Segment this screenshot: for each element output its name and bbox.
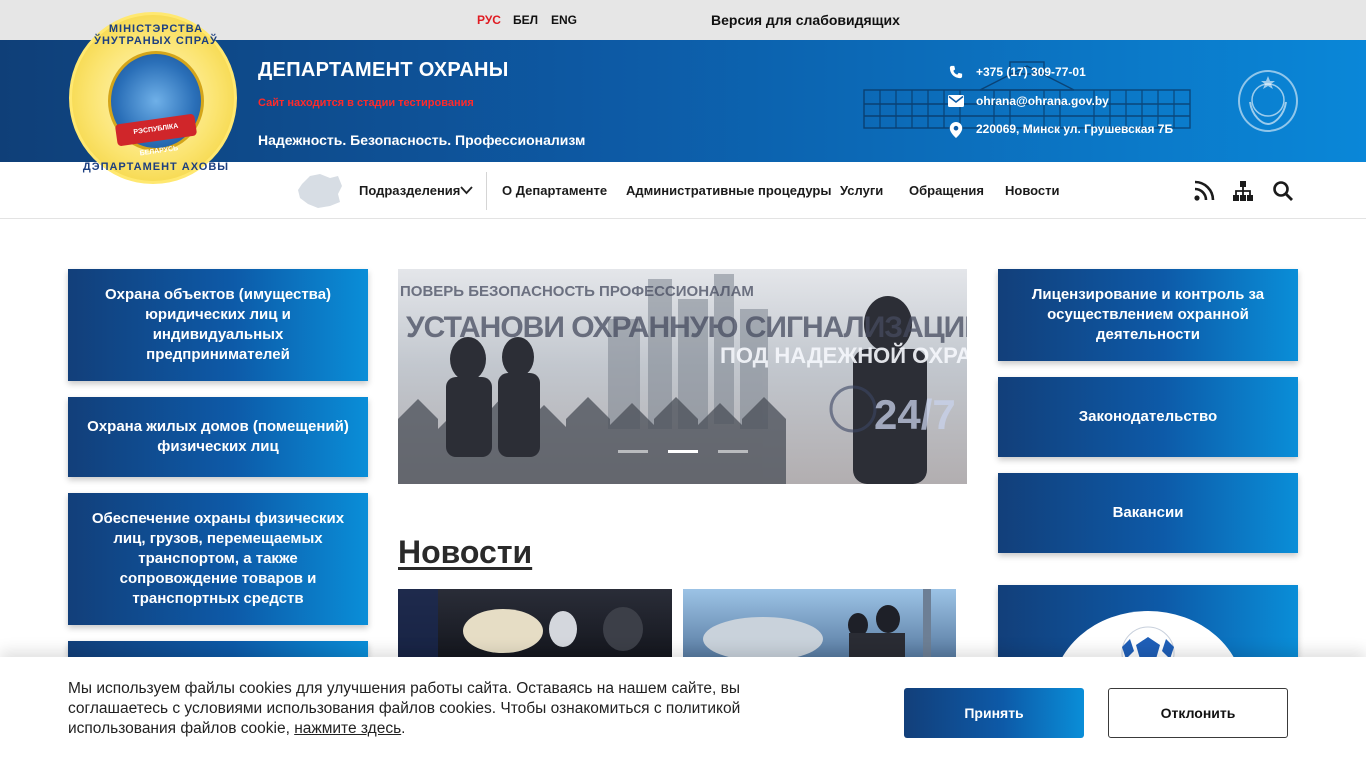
lang-be[interactable]: БЕЛ: [513, 13, 538, 27]
location-icon: [949, 122, 963, 138]
low-vision-link[interactable]: Версия для слабовидящих: [711, 12, 900, 28]
slide-line-2: УСТАНОВИ ОХРАННУЮ СИГНАЛИЗАЦИЮ!: [406, 311, 967, 344]
department-emblem-logo[interactable]: МІНІСТЭРСТВА ЎНУТРАНЫХ СПРАЎ РЭСПУБЛІКА …: [69, 12, 237, 184]
decline-cookies-button[interactable]: Отклонить: [1108, 688, 1288, 738]
accept-cookies-button[interactable]: Принять: [904, 688, 1084, 738]
contact-address: 220069, Минск ул. Грушевская 7Б: [976, 122, 1174, 136]
state-coat-of-arms-icon: [1238, 70, 1298, 132]
service-card-residential[interactable]: Охрана жилых домов (помещений) физически…: [68, 397, 368, 477]
info-card-licensing[interactable]: Лицензирование и контроль за осуществлен…: [998, 269, 1298, 361]
cookie-consent-bar: Мы используем файлы cookies для улучшени…: [0, 657, 1366, 768]
nav-item-about[interactable]: О Департаменте: [502, 183, 607, 198]
site-slogan: Надежность. Безопасность. Профессионализ…: [258, 132, 586, 148]
promo-slider[interactable]: ПОВЕРЬ БЕЗОПАСНОСТЬ ПРОФЕССИОНАЛАМ УСТАН…: [398, 269, 967, 484]
sitemap-icon[interactable]: [1232, 180, 1254, 202]
info-card-vacancies[interactable]: Вакансии: [998, 473, 1298, 553]
contact-email[interactable]: ohrana@ohrana.gov.by: [976, 94, 1109, 108]
info-card-legislation[interactable]: Законодательство: [998, 377, 1298, 457]
nav-item-services[interactable]: Услуги: [840, 183, 883, 198]
mail-icon: [948, 95, 964, 107]
service-card-escort[interactable]: Обеспечение охраны физических лиц, грузо…: [68, 493, 368, 625]
belarus-map-icon: [298, 174, 342, 208]
rss-icon[interactable]: [1193, 180, 1215, 202]
slider-dot-2[interactable]: [668, 450, 698, 453]
slide-line-3: ПОД НАДЕЖНОЙ ОХРАНОЙ: [720, 343, 967, 368]
site-title[interactable]: ДЕПАРТАМЕНТ ОХРАНЫ: [258, 59, 509, 82]
cookie-message: Мы используем файлы cookies для улучшени…: [68, 679, 788, 739]
chevron-down-icon[interactable]: [460, 185, 473, 195]
news-heading[interactable]: Новости: [398, 534, 532, 571]
nav-item-news[interactable]: Новости: [1005, 183, 1060, 198]
cookie-text-tail: .: [401, 720, 406, 737]
emblem-ring-text-bottom: ДЭПАРТАМЕНТ АХОВЫ: [82, 161, 230, 173]
emblem-ring-text-top: МІНІСТЭРСТВА ЎНУТРАНЫХ СПРАЎ: [94, 23, 218, 47]
contact-phone[interactable]: +375 (17) 309-77-01: [976, 65, 1086, 79]
service-card-legal-entities[interactable]: Охрана объектов (имущества) юридических …: [68, 269, 368, 381]
search-icon[interactable]: [1272, 180, 1294, 202]
phone-icon: [949, 65, 963, 79]
slider-dot-1[interactable]: [618, 450, 648, 453]
lang-en[interactable]: ENG: [551, 13, 577, 27]
slide-line-4: 24/7: [874, 391, 956, 438]
slider-dot-3[interactable]: [718, 450, 748, 453]
nav-item-admin-procedures[interactable]: Административные процедуры: [626, 183, 831, 198]
lang-ru[interactable]: РУС: [477, 13, 501, 27]
testing-notice: Сайт находится в стадии тестирования: [258, 97, 474, 109]
slide-line-1: ПОВЕРЬ БЕЗОПАСНОСТЬ ПРОФЕССИОНАЛАМ: [400, 283, 754, 300]
nav-item-subdivisions[interactable]: Подразделения: [359, 183, 460, 198]
cookie-policy-link[interactable]: нажмите здесь: [294, 720, 401, 737]
nav-item-appeals[interactable]: Обращения: [909, 183, 984, 198]
nav-separator: [486, 172, 487, 210]
